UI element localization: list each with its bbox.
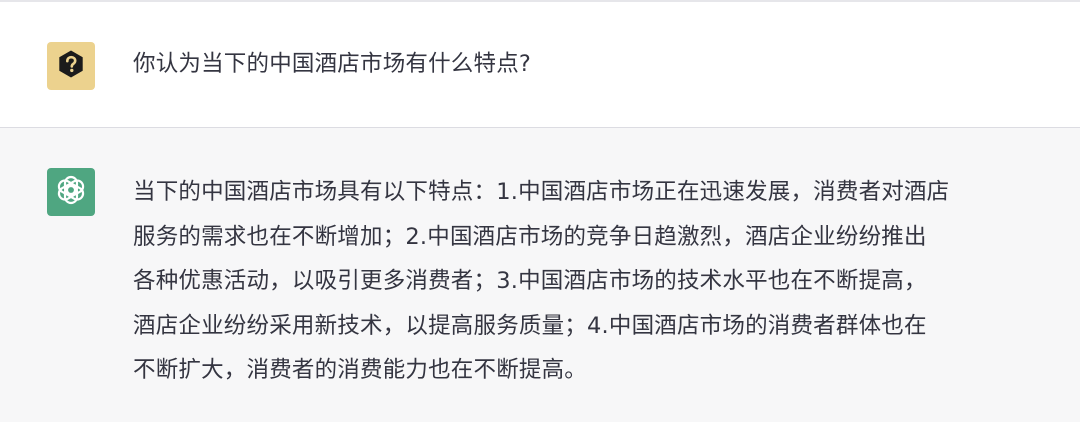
assistant-message-line: 不断扩大，消费者的消费能力也在不断提高。: [133, 357, 588, 383]
chat-thread: 你认为当下的中国酒店市场有什么特点? 当下的中国酒店市场具有以下特点：1.中国酒: [0, 0, 1080, 422]
assistant-message-row: 当下的中国酒店市场具有以下特点：1.中国酒店市场正在迅速发展，消费者对酒店 服务…: [0, 128, 1080, 422]
openai-logo-icon: [54, 173, 88, 211]
user-avatar: [47, 42, 95, 90]
assistant-message-line: 酒店企业纷纷采用新技术，以提高服务质量；4.中国酒店市场的消费者群体也在: [133, 312, 927, 339]
user-message-row: 你认为当下的中国酒店市场有什么特点?: [0, 2, 1080, 128]
assistant-message-line: 服务的需求也在不断增加；2.中国酒店市场的竞争日趋激烈，酒店企业纷纷推出: [133, 223, 927, 250]
assistant-avatar: [47, 168, 95, 216]
assistant-message-text: 当下的中国酒店市场具有以下特点：1.中国酒店市场正在迅速发展，消费者对酒店 服务…: [133, 170, 1053, 393]
assistant-message-line: 当下的中国酒店市场具有以下特点：1.中国酒店市场正在迅速发展，消费者对酒店: [133, 179, 950, 205]
question-icon: [56, 49, 86, 83]
assistant-message-line: 各种优惠活动，以吸引更多消费者；3.中国酒店市场的技术水平也在不断提高，: [133, 268, 927, 294]
user-message-text: 你认为当下的中国酒店市场有什么特点?: [133, 51, 532, 77]
